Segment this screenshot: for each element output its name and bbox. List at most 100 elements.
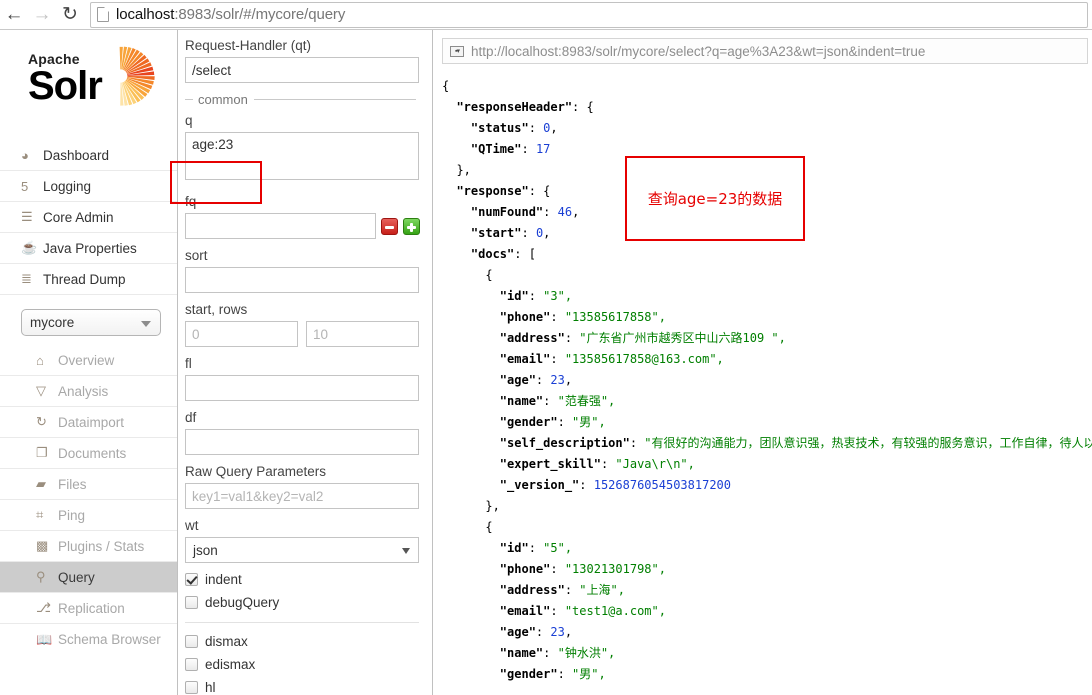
rows-input[interactable] xyxy=(306,321,419,347)
sidebar-item-plugins-stats[interactable]: ▩ Plugins / Stats xyxy=(0,531,177,562)
common-legend: common xyxy=(185,92,416,107)
logo-solr-text: Solr xyxy=(28,65,102,107)
sidebar: Apache Solr ◕ Dashboard ὎5 Logging ☰ Core Adm… xyxy=(0,30,178,695)
main-navigation: ◕ Dashboard ὎5 Logging ☰ Core Admin ☕ Java Prop… xyxy=(0,140,177,295)
sidebar-item-java-properties[interactable]: ☕ Java Properties xyxy=(0,233,177,264)
core-navigation: ⌂ Overview ▽ Analysis ↻ Dataimport ❐ Documents ▰… xyxy=(0,345,177,655)
q-label: q xyxy=(185,113,416,129)
core-selector-value: mycore xyxy=(30,315,74,330)
documents-icon: ❐ xyxy=(36,445,58,461)
checkbox-row-indent[interactable]: indent xyxy=(185,568,416,591)
sidebar-item-label: Java Properties xyxy=(43,241,137,256)
sidebar-item-ping[interactable]: ⌗ Ping xyxy=(0,500,177,531)
wt-label: wt xyxy=(185,518,416,534)
sidebar-item-replication[interactable]: ⎇ Replication xyxy=(0,593,177,624)
minus-button-icon[interactable] xyxy=(381,218,398,235)
checkbox-hl[interactable] xyxy=(185,681,198,694)
response-url-bar[interactable]: ▪▾ http://localhost:8983/solr/mycore/sel… xyxy=(442,38,1088,64)
q-input[interactable]: age:23 xyxy=(185,132,419,180)
sidebar-item-label: Query xyxy=(58,570,95,585)
start-rows-label: start, rows xyxy=(185,302,416,318)
page-document-icon xyxy=(97,7,109,22)
fq-input[interactable] xyxy=(185,213,376,239)
json-response-view: { "responseHeader": { "status": 0, "QTim… xyxy=(442,76,1092,686)
checkbox-row-debugquery[interactable]: debugQuery xyxy=(185,591,416,614)
address-bar[interactable]: localhost:8983/solr/#/mycore/query xyxy=(90,2,1088,28)
checkbox-row-edismax[interactable]: edismax xyxy=(185,653,416,676)
core-admin-icon: ☰ xyxy=(21,209,43,225)
sidebar-item-label: Ping xyxy=(58,508,85,523)
sidebar-item-query[interactable]: ⚲ Query xyxy=(0,562,177,593)
sidebar-item-schema-browser[interactable]: 📖 Schema Browser xyxy=(0,624,177,655)
sidebar-item-documents[interactable]: ❐ Documents xyxy=(0,438,177,469)
sidebar-item-label: Schema Browser xyxy=(58,632,161,647)
start-input[interactable] xyxy=(185,321,298,347)
sidebar-item-label: Overview xyxy=(58,353,114,368)
sidebar-item-label: Dataimport xyxy=(58,415,124,430)
common-legend-label: common xyxy=(198,92,248,107)
sidebar-item-dataimport[interactable]: ↻ Dataimport xyxy=(0,407,177,438)
sidebar-item-logging[interactable]: ὎5 Logging xyxy=(0,171,177,202)
sidebar-item-label: Dashboard xyxy=(43,148,109,163)
checkbox-debugquery[interactable] xyxy=(185,596,198,609)
sidebar-item-overview[interactable]: ⌂ Overview xyxy=(0,345,177,376)
checkbox-label: debugQuery xyxy=(205,595,279,610)
replication-icon: ⎇ xyxy=(36,600,58,616)
chevron-down-icon xyxy=(141,321,151,327)
request-handler-label: Request-Handler (qt) xyxy=(185,38,416,54)
files-folder-icon: ▰ xyxy=(36,476,58,492)
url-host: localhost xyxy=(116,6,174,23)
ping-monitor-icon: ⌗ xyxy=(36,507,58,523)
sidebar-item-label: Logging xyxy=(43,179,91,194)
sidebar-item-label: Documents xyxy=(58,446,126,461)
raw-query-parameters-input[interactable] xyxy=(185,483,419,509)
wt-select[interactable]: json xyxy=(185,537,419,563)
sidebar-item-label: Plugins / Stats xyxy=(58,539,144,554)
sidebar-item-analysis[interactable]: ▽ Analysis xyxy=(0,376,177,407)
checkbox-indent[interactable] xyxy=(185,573,198,586)
solr-sun-logo-icon xyxy=(94,39,168,113)
checkbox-dismax[interactable] xyxy=(185,635,198,648)
plus-button-icon[interactable] xyxy=(403,218,420,235)
fl-input[interactable] xyxy=(185,375,419,401)
core-selector[interactable]: mycore xyxy=(21,309,161,336)
output-checkbox-group: indent debugQuery xyxy=(185,568,416,614)
checkbox-label: indent xyxy=(205,572,242,587)
sidebar-item-dashboard[interactable]: ◕ Dashboard xyxy=(0,140,177,171)
schema-browser-icon: 📖 xyxy=(36,632,58,648)
sort-input[interactable] xyxy=(185,267,419,293)
url-path: :8983/solr/#/mycore/query xyxy=(174,6,345,23)
url-bar-icon: ▪▾ xyxy=(450,46,464,57)
plugins-stats-icon: ▩ xyxy=(36,538,58,554)
sidebar-item-label: Files xyxy=(58,477,87,492)
fq-label: fq xyxy=(185,194,416,210)
dashboard-icon: ◕ xyxy=(21,148,43,163)
sidebar-item-thread-dump[interactable]: ≣ Thread Dump xyxy=(0,264,177,295)
checkbox-row-hl[interactable]: hl xyxy=(185,676,416,695)
df-label: df xyxy=(185,410,416,426)
sidebar-item-label: Replication xyxy=(58,601,125,616)
sidebar-item-files[interactable]: ▰ Files xyxy=(0,469,177,500)
solr-logo: Apache Solr xyxy=(18,30,177,140)
reload-button[interactable]: ↻ xyxy=(56,1,84,29)
sort-label: sort xyxy=(185,248,416,264)
checkbox-row-dismax[interactable]: dismax xyxy=(185,630,416,653)
back-button[interactable]: ← xyxy=(0,1,28,29)
forward-button[interactable]: → xyxy=(28,1,56,29)
dataimport-icon: ↻ xyxy=(36,414,58,430)
logging-icon: ὎5 xyxy=(21,179,43,194)
response-panel: ▪▾ http://localhost:8983/solr/mycore/sel… xyxy=(434,30,1092,695)
checkbox-label: hl xyxy=(205,680,216,695)
parser-checkbox-group: dismaxedismaxhlfacet xyxy=(185,630,416,695)
df-input[interactable] xyxy=(185,429,419,455)
query-form-panel: Request-Handler (qt) common q age:23 fq … xyxy=(179,30,433,695)
sidebar-item-label: Analysis xyxy=(58,384,108,399)
request-handler-input[interactable] xyxy=(185,57,419,83)
overview-home-icon: ⌂ xyxy=(36,353,58,368)
java-properties-icon: ☕ xyxy=(21,240,43,256)
start-rows-row xyxy=(185,321,416,347)
wt-select-value: json xyxy=(193,543,218,558)
checkbox-edismax[interactable] xyxy=(185,658,198,671)
sidebar-item-core-admin[interactable]: ☰ Core Admin xyxy=(0,202,177,233)
core-selector-wrap: mycore xyxy=(0,295,177,345)
